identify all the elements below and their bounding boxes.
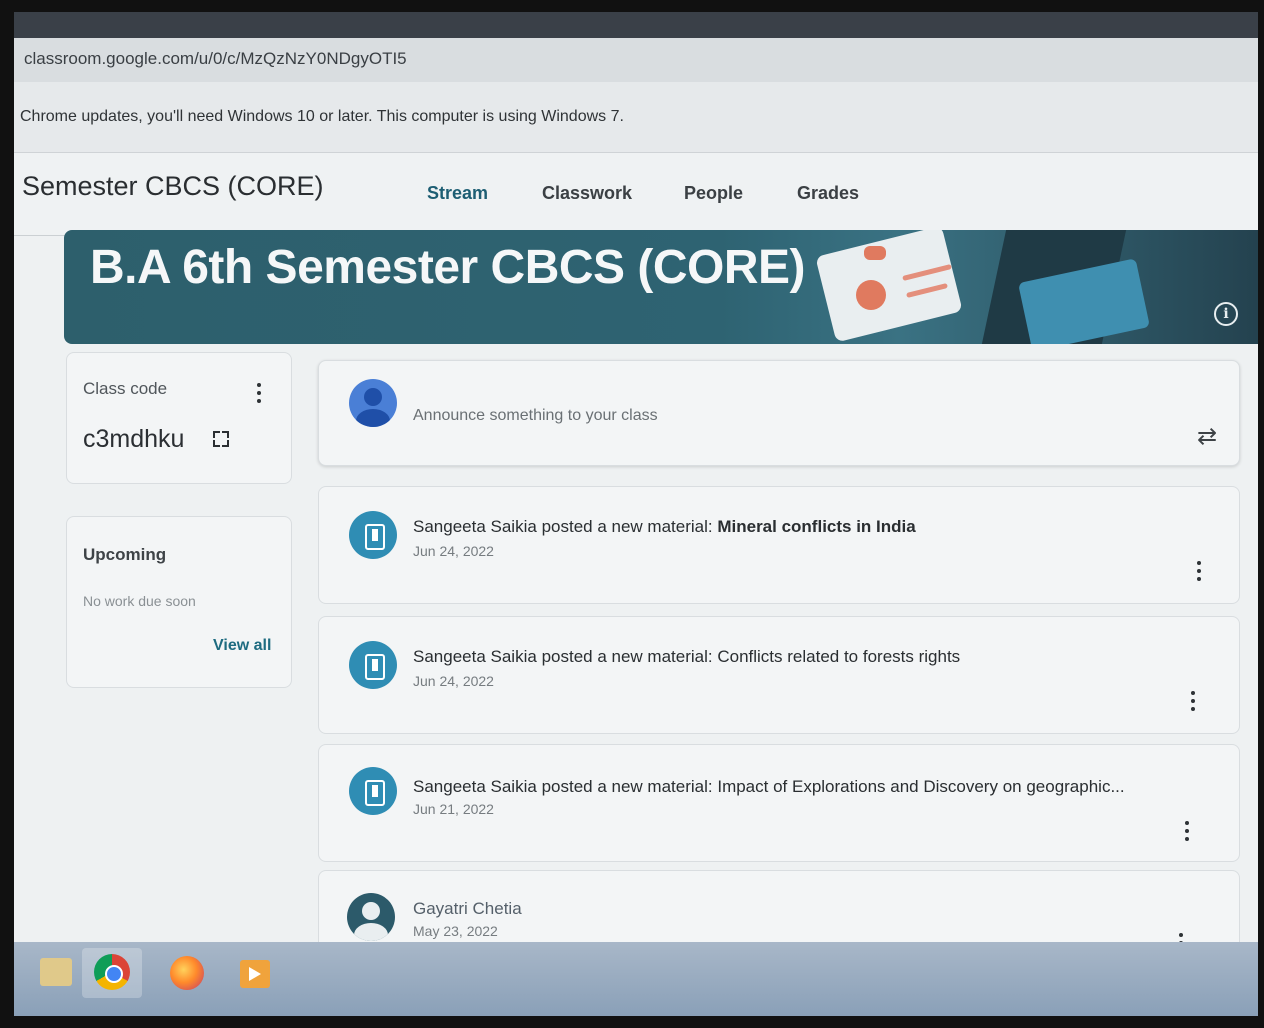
banner-title: B.A 6th Semester CBCS (CORE) <box>90 241 806 294</box>
post-date: Jun 24, 2022 <box>413 673 494 689</box>
avatar-icon <box>347 893 395 941</box>
repost-icon[interactable]: ⇄ <box>1197 423 1219 451</box>
update-infobar: Chrome updates, you'll need Windows 10 o… <box>14 82 1258 153</box>
post-title[interactable]: Sangeeta Saikia posted a new material: C… <box>413 647 960 667</box>
banner-illustration-dot <box>864 246 886 260</box>
windows-taskbar <box>14 942 1258 1016</box>
upcoming-text: No work due soon <box>83 593 196 609</box>
url-text[interactable]: classroom.google.com/u/0/c/MzQzNzY0NDgyO… <box>24 49 407 69</box>
announce-input[interactable]: Announce something to your class <box>413 407 658 425</box>
folder-icon[interactable] <box>26 948 86 998</box>
post-action: posted a new material: <box>541 647 713 666</box>
chrome-icon[interactable] <box>82 948 142 998</box>
post-card[interactable]: Sangeeta Saikia posted a new material: I… <box>318 744 1240 862</box>
post-card[interactable]: Sangeeta Saikia posted a new material: M… <box>318 486 1240 604</box>
class-code-label: Class code <box>83 379 168 398</box>
post-material: Conflicts related to forests rights <box>717 647 961 666</box>
post-material: Impact of Explorations and Discovery on … <box>717 777 1125 796</box>
user-avatar <box>349 379 397 427</box>
info-icon[interactable]: i <box>1214 302 1238 326</box>
class-code-card: Class code c3mdhku <box>66 352 292 484</box>
material-icon <box>349 767 397 815</box>
more-options-icon[interactable] <box>257 383 263 403</box>
view-all-link[interactable]: View all <box>213 637 271 655</box>
material-icon <box>349 641 397 689</box>
classroom-header: Semester CBCS (CORE) Stream Classwork Pe… <box>14 153 1258 236</box>
tab-stream[interactable]: Stream <box>427 183 488 204</box>
firefox-icon[interactable] <box>156 948 216 998</box>
post-material: Mineral conflicts in India <box>717 517 916 536</box>
material-icon <box>349 511 397 559</box>
post-author[interactable]: Gayatri Chetia <box>413 899 522 919</box>
post-author: Sangeeta Saikia <box>413 517 537 536</box>
fullscreen-icon[interactable] <box>213 431 229 447</box>
more-options-icon[interactable] <box>1191 691 1197 711</box>
post-date: Jun 24, 2022 <box>413 543 494 559</box>
class-title[interactable]: Semester CBCS (CORE) <box>22 171 324 202</box>
screen: classroom.google.com/u/0/c/MzQzNzY0NDgyO… <box>14 12 1258 1016</box>
class-code-value: c3mdhku <box>83 425 185 453</box>
banner-illustration-dot <box>856 280 886 310</box>
post-date: Jun 21, 2022 <box>413 801 494 817</box>
post-title[interactable]: Sangeeta Saikia posted a new material: M… <box>413 517 916 537</box>
post-author: Sangeeta Saikia <box>413 777 537 796</box>
tab-classwork[interactable]: Classwork <box>542 183 632 204</box>
announce-box[interactable]: Announce something to your class ⇄ <box>318 360 1240 466</box>
post-card[interactable]: Sangeeta Saikia posted a new material: C… <box>318 616 1240 734</box>
media-player-icon[interactable] <box>224 948 284 998</box>
post-date: May 23, 2022 <box>413 923 498 939</box>
post-card[interactable]: Gayatri Chetia May 23, 2022 <box>318 870 1240 953</box>
post-action: posted a new material: <box>541 517 713 536</box>
window-top-strip <box>14 12 1258 38</box>
upcoming-title: Upcoming <box>83 545 167 564</box>
more-options-icon[interactable] <box>1197 561 1203 581</box>
more-options-icon[interactable] <box>1185 821 1191 841</box>
tab-people[interactable]: People <box>684 183 743 204</box>
upcoming-card: Upcoming No work due soon View all <box>66 516 292 688</box>
post-author: Sangeeta Saikia <box>413 647 537 666</box>
tab-grades[interactable]: Grades <box>797 183 859 204</box>
post-action: posted a new material: <box>541 777 713 796</box>
post-title[interactable]: Sangeeta Saikia posted a new material: I… <box>413 777 1125 797</box>
infobar-text: Chrome updates, you'll need Windows 10 o… <box>20 108 624 125</box>
address-bar[interactable]: classroom.google.com/u/0/c/MzQzNzY0NDgyO… <box>14 38 1258 83</box>
class-banner: B.A 6th Semester CBCS (CORE) i <box>64 230 1258 344</box>
